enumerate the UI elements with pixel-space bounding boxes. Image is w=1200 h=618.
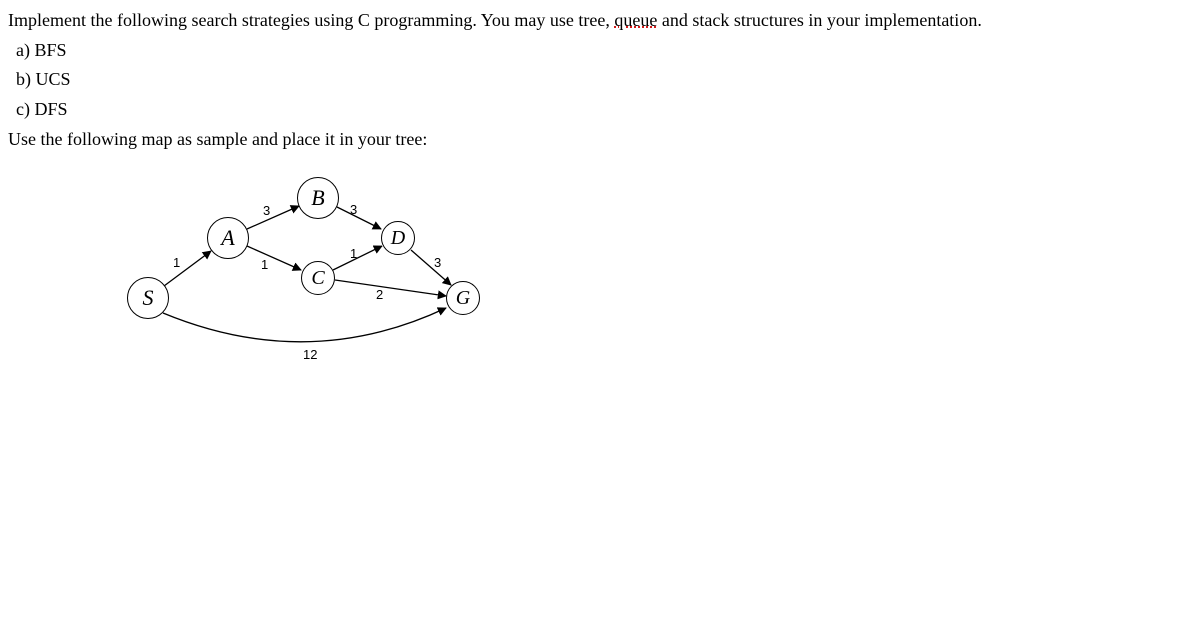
edge-weight-AB: 3 [263, 200, 270, 221]
paragraph-2: Use the following map as sample and plac… [8, 125, 1192, 155]
list-item-c: c) DFS [8, 95, 1192, 125]
text: Implement the following search strategie… [8, 10, 472, 30]
document-page: Implement the following search strategie… [0, 0, 1200, 394]
text: . You may use tree, [472, 10, 614, 30]
edge-weight-SG: 12 [303, 344, 317, 365]
graph-figure: S A B C D G 1 3 1 3 1 2 3 12 [118, 168, 618, 388]
list-item-b: b) UCS [8, 65, 1192, 95]
graph-edges [118, 168, 618, 388]
edge-weight-SA: 1 [173, 252, 180, 273]
edge-weight-AC: 1 [261, 254, 268, 275]
edge-weight-CD: 1 [350, 243, 357, 264]
paragraph-1: Implement the following search strategie… [8, 6, 1192, 36]
edge-weight-BD: 3 [350, 199, 357, 220]
list-item-a: a) BFS [8, 36, 1192, 66]
text: and stack structures in your implementat… [657, 10, 981, 30]
edge-weight-CG: 2 [376, 284, 383, 305]
edge-weight-DG: 3 [434, 252, 441, 273]
spellcheck-word: queue [614, 10, 657, 30]
